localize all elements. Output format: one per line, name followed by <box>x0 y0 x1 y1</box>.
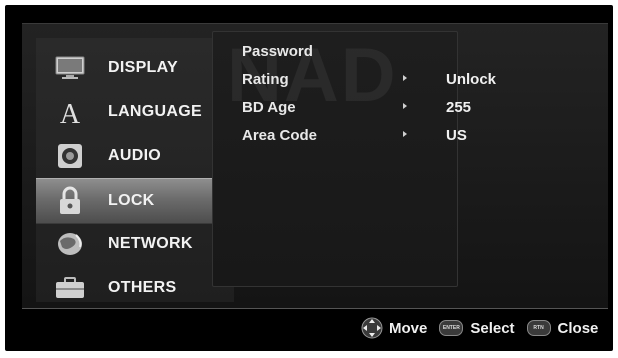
svg-text:A: A <box>60 99 81 126</box>
speaker-icon <box>54 142 86 170</box>
setting-row-area-code[interactable]: Area Code US <box>200 127 600 149</box>
footer-hints: Move ENTER Select RTN Close <box>361 317 610 339</box>
setting-label: BD Age <box>242 99 296 116</box>
chevron-right-icon <box>403 131 407 137</box>
dpad-icon <box>361 317 383 339</box>
select-hint: ENTER Select <box>439 319 515 337</box>
setting-value: Unlock <box>446 71 497 88</box>
close-hint: RTN Close <box>526 319 599 337</box>
globe-icon <box>54 230 86 258</box>
chevron-right-icon <box>403 103 407 109</box>
sidebar-item-label: NETWORK <box>108 235 193 252</box>
close-label: Close <box>557 319 599 337</box>
lock-submenu: NAD <box>212 31 458 287</box>
setting-row-bd-age[interactable]: BD Age 255 <box>200 99 600 121</box>
sidebar-item-label: OTHERS <box>108 279 177 296</box>
return-button-icon: RTN <box>526 320 551 336</box>
setting-label: Password <box>242 43 313 60</box>
letter-a-icon: A <box>54 98 86 126</box>
setting-row-rating[interactable]: Rating Unlock <box>200 71 600 93</box>
select-label: Select <box>470 319 515 337</box>
setting-value: 255 <box>446 99 472 116</box>
setting-label: Area Code <box>242 127 318 144</box>
monitor-icon <box>54 54 86 82</box>
enter-button-icon: ENTER <box>439 320 464 336</box>
move-hint: Move <box>361 317 427 339</box>
tv-screen: DISPLAY A LANGUAGE AUDIO LOCK NETWORK OT… <box>5 5 613 351</box>
setting-value: US <box>446 127 467 144</box>
sidebar-item-label: LOCK <box>108 192 155 209</box>
padlock-icon <box>54 186 86 215</box>
toolbox-icon <box>54 274 86 302</box>
setup-panel: DISPLAY A LANGUAGE AUDIO LOCK NETWORK OT… <box>22 23 608 309</box>
chevron-right-icon <box>403 75 407 81</box>
move-label: Move <box>389 319 428 337</box>
setting-label: Rating <box>242 71 289 88</box>
sidebar-item-label: AUDIO <box>108 147 162 164</box>
sidebar-item-label: LANGUAGE <box>108 103 202 120</box>
sidebar-item-label: DISPLAY <box>108 59 178 76</box>
setting-row-password[interactable]: Password <box>200 43 600 65</box>
